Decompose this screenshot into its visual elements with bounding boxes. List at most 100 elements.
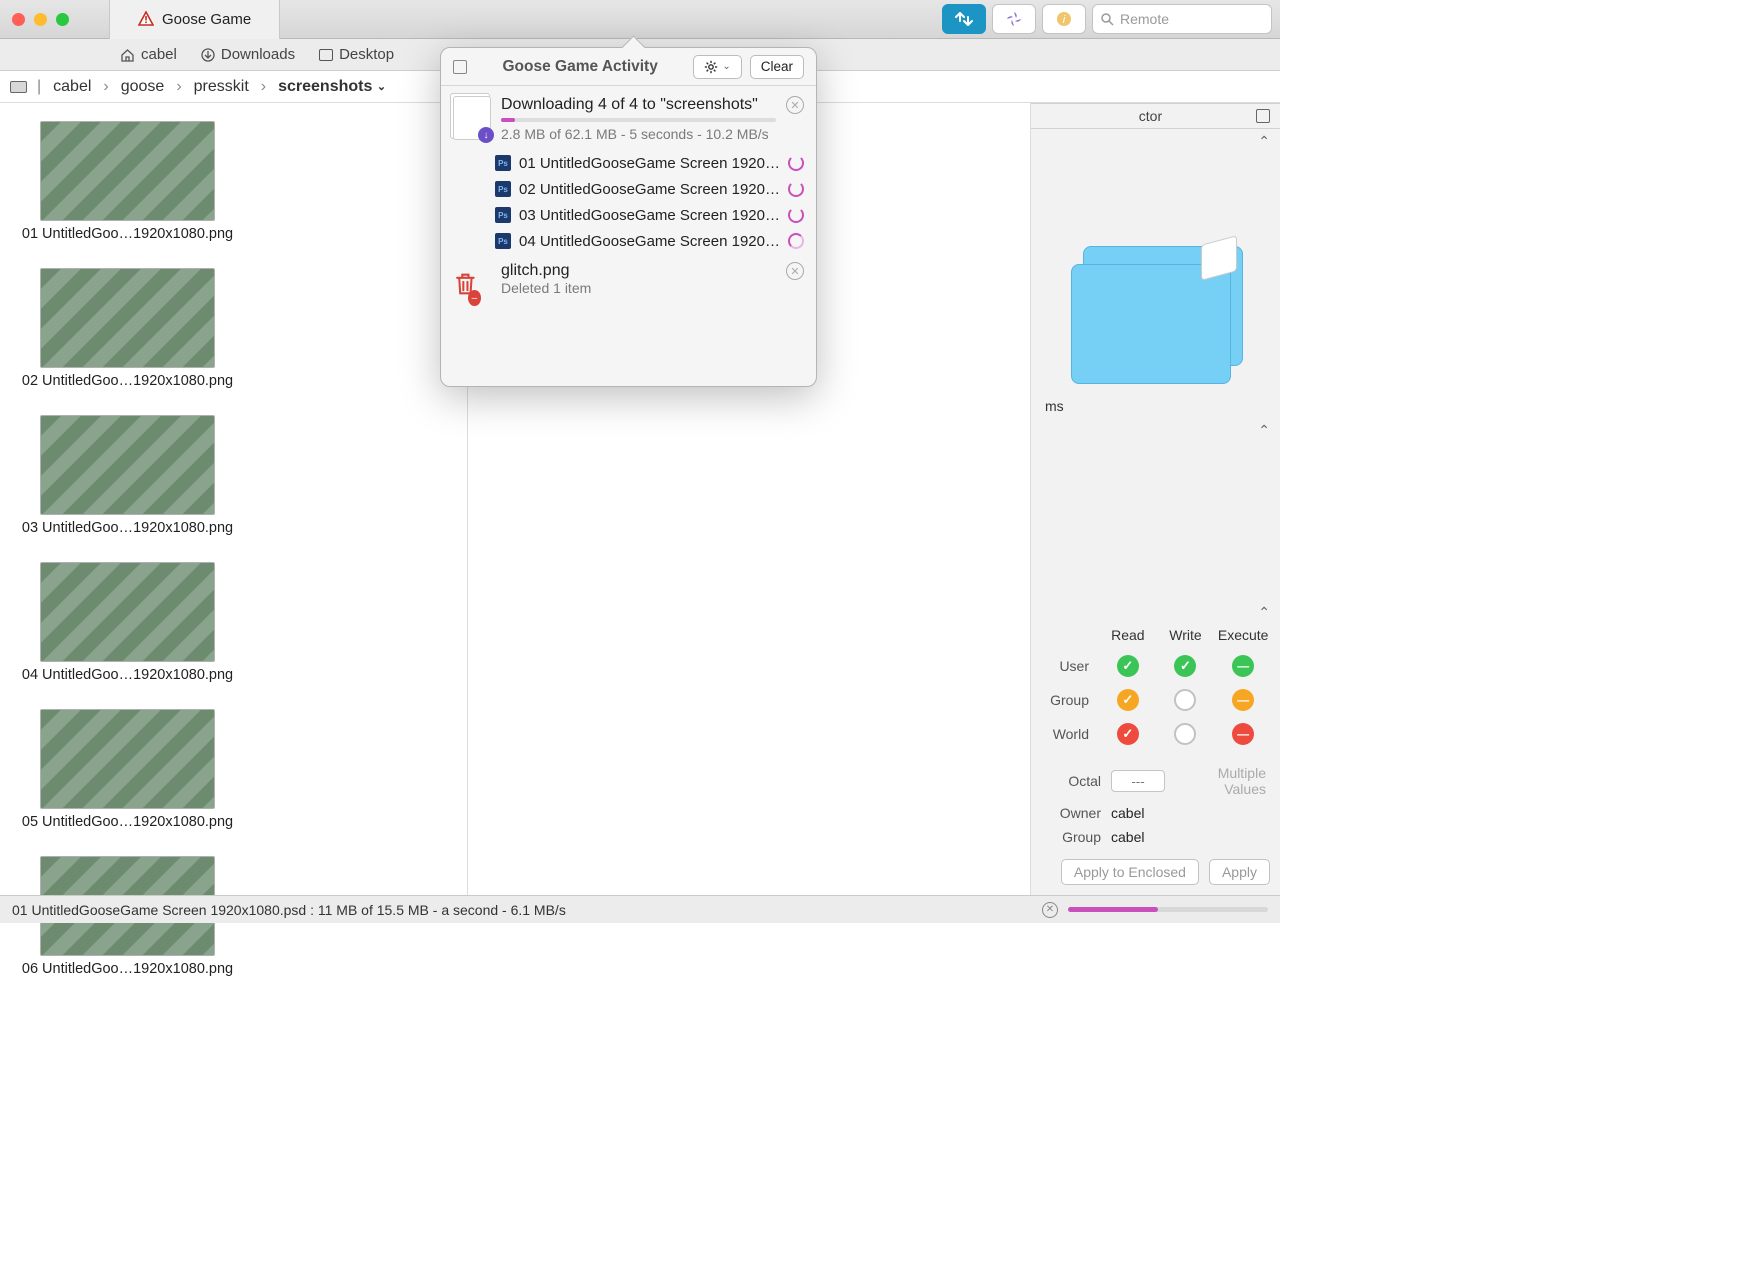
chevron-up-icon[interactable]: ⌃	[1031, 604, 1280, 621]
search-placeholder: Remote	[1120, 11, 1169, 27]
perm-world-exec[interactable]	[1232, 723, 1254, 745]
thumbnail-image	[40, 562, 215, 662]
desktop-icon	[319, 49, 333, 61]
perm-group-exec[interactable]	[1232, 689, 1254, 711]
download-subtext: 2.8 MB of 62.1 MB - 5 seconds - 10.2 MB/…	[501, 126, 776, 142]
documents-icon: ↓	[453, 96, 491, 140]
trash-icon: –	[453, 262, 491, 306]
delete-badge-icon: –	[468, 290, 481, 306]
file-item[interactable]: 02 UntitledGoo…1920x1080.png	[30, 268, 225, 389]
chevron-right-icon: ›	[103, 78, 108, 96]
cancel-download-button[interactable]: ✕	[786, 96, 804, 114]
chevron-up-icon[interactable]: ⌃	[1031, 133, 1280, 150]
remote-search-input[interactable]: Remote	[1092, 4, 1272, 34]
status-text: 01 UntitledGooseGame Screen 1920x1080.ps…	[12, 902, 566, 918]
download-badge-icon: ↓	[478, 127, 494, 143]
file-item[interactable]: 04 UntitledGoo…1920x1080.png	[30, 562, 225, 683]
thumbnail-image	[40, 121, 215, 221]
chevron-right-icon: ›	[261, 78, 266, 96]
perm-user-read[interactable]	[1117, 655, 1139, 677]
window-controls	[12, 13, 69, 26]
thumbnail-image	[40, 415, 215, 515]
file-item[interactable]: 05 UntitledGoo…1920x1080.png	[30, 709, 225, 830]
perm-world-write[interactable]	[1174, 723, 1196, 745]
download-file-row: Ps 03 UntitledGooseGame Screen 1920x10…	[453, 202, 804, 228]
perm-user-write[interactable]	[1174, 655, 1196, 677]
search-icon	[1101, 13, 1114, 26]
info-button[interactable]: i	[1042, 4, 1086, 34]
group-value: cabel	[1111, 829, 1144, 845]
download-progress	[501, 118, 776, 122]
apply-button[interactable]: Apply	[1209, 859, 1270, 885]
preview-area	[1031, 150, 1280, 390]
psd-icon: Ps	[495, 207, 511, 223]
titlebar: Goose Game i Remote	[0, 0, 1280, 39]
home-icon	[120, 48, 135, 62]
download-file-row: Ps 01 UntitledGooseGame Screen 1920x10…	[453, 150, 804, 176]
progress-ring-icon	[788, 181, 804, 197]
psd-icon: Ps	[495, 233, 511, 249]
deleted-file-name: glitch.png	[501, 262, 776, 280]
path-segment[interactable]: cabel	[51, 78, 93, 96]
psd-icon: Ps	[495, 181, 511, 197]
download-file-row: Ps 02 UntitledGooseGame Screen 1920x10…	[453, 176, 804, 202]
minimize-window-button[interactable]	[34, 13, 47, 26]
sync-button[interactable]	[992, 4, 1036, 34]
activity-popover: Goose Game Activity ⌄ Clear ↓ Downloadin…	[440, 47, 817, 387]
perm-group-write[interactable]	[1174, 689, 1196, 711]
popover-title: Goose Game Activity	[475, 58, 685, 76]
clear-button[interactable]: Clear	[750, 55, 804, 79]
chevron-down-icon: ⌄	[377, 81, 386, 93]
delete-group: – glitch.png Deleted 1 item ✕	[453, 262, 804, 306]
file-item[interactable]: 01 UntitledGoo…1920x1080.png	[30, 121, 225, 242]
transfer-icon	[954, 11, 974, 27]
progress-ring-icon	[788, 233, 804, 249]
favorite-downloads[interactable]: Downloads	[201, 46, 295, 63]
path-segment[interactable]: presskit	[192, 78, 251, 96]
zoom-window-button[interactable]	[56, 13, 69, 26]
progress-ring-icon	[788, 155, 804, 171]
psd-icon: Ps	[495, 155, 511, 171]
tab-title: Goose Game	[162, 11, 251, 28]
perm-world-read[interactable]	[1117, 723, 1139, 745]
path-segment[interactable]: goose	[119, 78, 167, 96]
path-current[interactable]: screenshots ⌄	[276, 78, 388, 96]
cancel-transfer-button[interactable]: ✕	[1042, 902, 1058, 918]
pinwheel-icon	[1005, 10, 1023, 28]
detach-icon[interactable]	[453, 60, 467, 74]
permissions-table: Read Write Execute User Group World	[1031, 621, 1280, 761]
perm-group-read[interactable]	[1117, 689, 1139, 711]
activity-button[interactable]	[942, 4, 986, 34]
download-icon	[201, 48, 215, 62]
file-item[interactable]: 03 UntitledGoo…1920x1080.png	[30, 415, 225, 536]
warning-icon	[138, 11, 154, 27]
toolbar: i Remote	[942, 4, 1272, 34]
octal-input[interactable]	[1111, 770, 1165, 792]
chevron-up-icon[interactable]: ⌃	[1031, 422, 1280, 439]
favorite-cabel[interactable]: cabel	[120, 46, 177, 63]
deleted-subtext: Deleted 1 item	[501, 280, 776, 296]
favorite-desktop[interactable]: Desktop	[319, 46, 394, 63]
folder-icon	[1071, 240, 1241, 390]
detach-icon[interactable]	[1256, 109, 1270, 123]
thumbnail-image	[40, 268, 215, 368]
status-bar: 01 UntitledGooseGame Screen 1920x1080.ps…	[0, 895, 1280, 923]
chevron-right-icon: ›	[176, 78, 181, 96]
download-file-row: Ps 04 UntitledGooseGame Screen 1920x10…	[453, 228, 804, 254]
gear-menu-button[interactable]: ⌄	[693, 55, 741, 79]
owner-value: cabel	[1111, 805, 1144, 821]
active-tab[interactable]: Goose Game	[109, 0, 280, 39]
inspector-panel: . ctor ⌃ ms ⌃ ⌃ Read Write Execute User	[1030, 103, 1280, 895]
status-progress	[1068, 907, 1268, 912]
thumbnail-image	[40, 709, 215, 809]
close-window-button[interactable]	[12, 13, 25, 26]
disk-icon	[10, 81, 27, 93]
chevron-down-icon: ⌄	[722, 61, 730, 72]
download-group: ↓ Downloading 4 of 4 to "screenshots" 2.…	[453, 96, 804, 142]
apply-enclosed-button[interactable]: Apply to Enclosed	[1061, 859, 1199, 885]
info-icon: i	[1056, 11, 1072, 27]
inspector-header: . ctor	[1031, 103, 1280, 129]
perm-user-exec[interactable]	[1232, 655, 1254, 677]
dismiss-deleted-button[interactable]: ✕	[786, 262, 804, 280]
local-file-browser: 01 UntitledGoo…1920x1080.png 02 Untitled…	[0, 103, 468, 895]
